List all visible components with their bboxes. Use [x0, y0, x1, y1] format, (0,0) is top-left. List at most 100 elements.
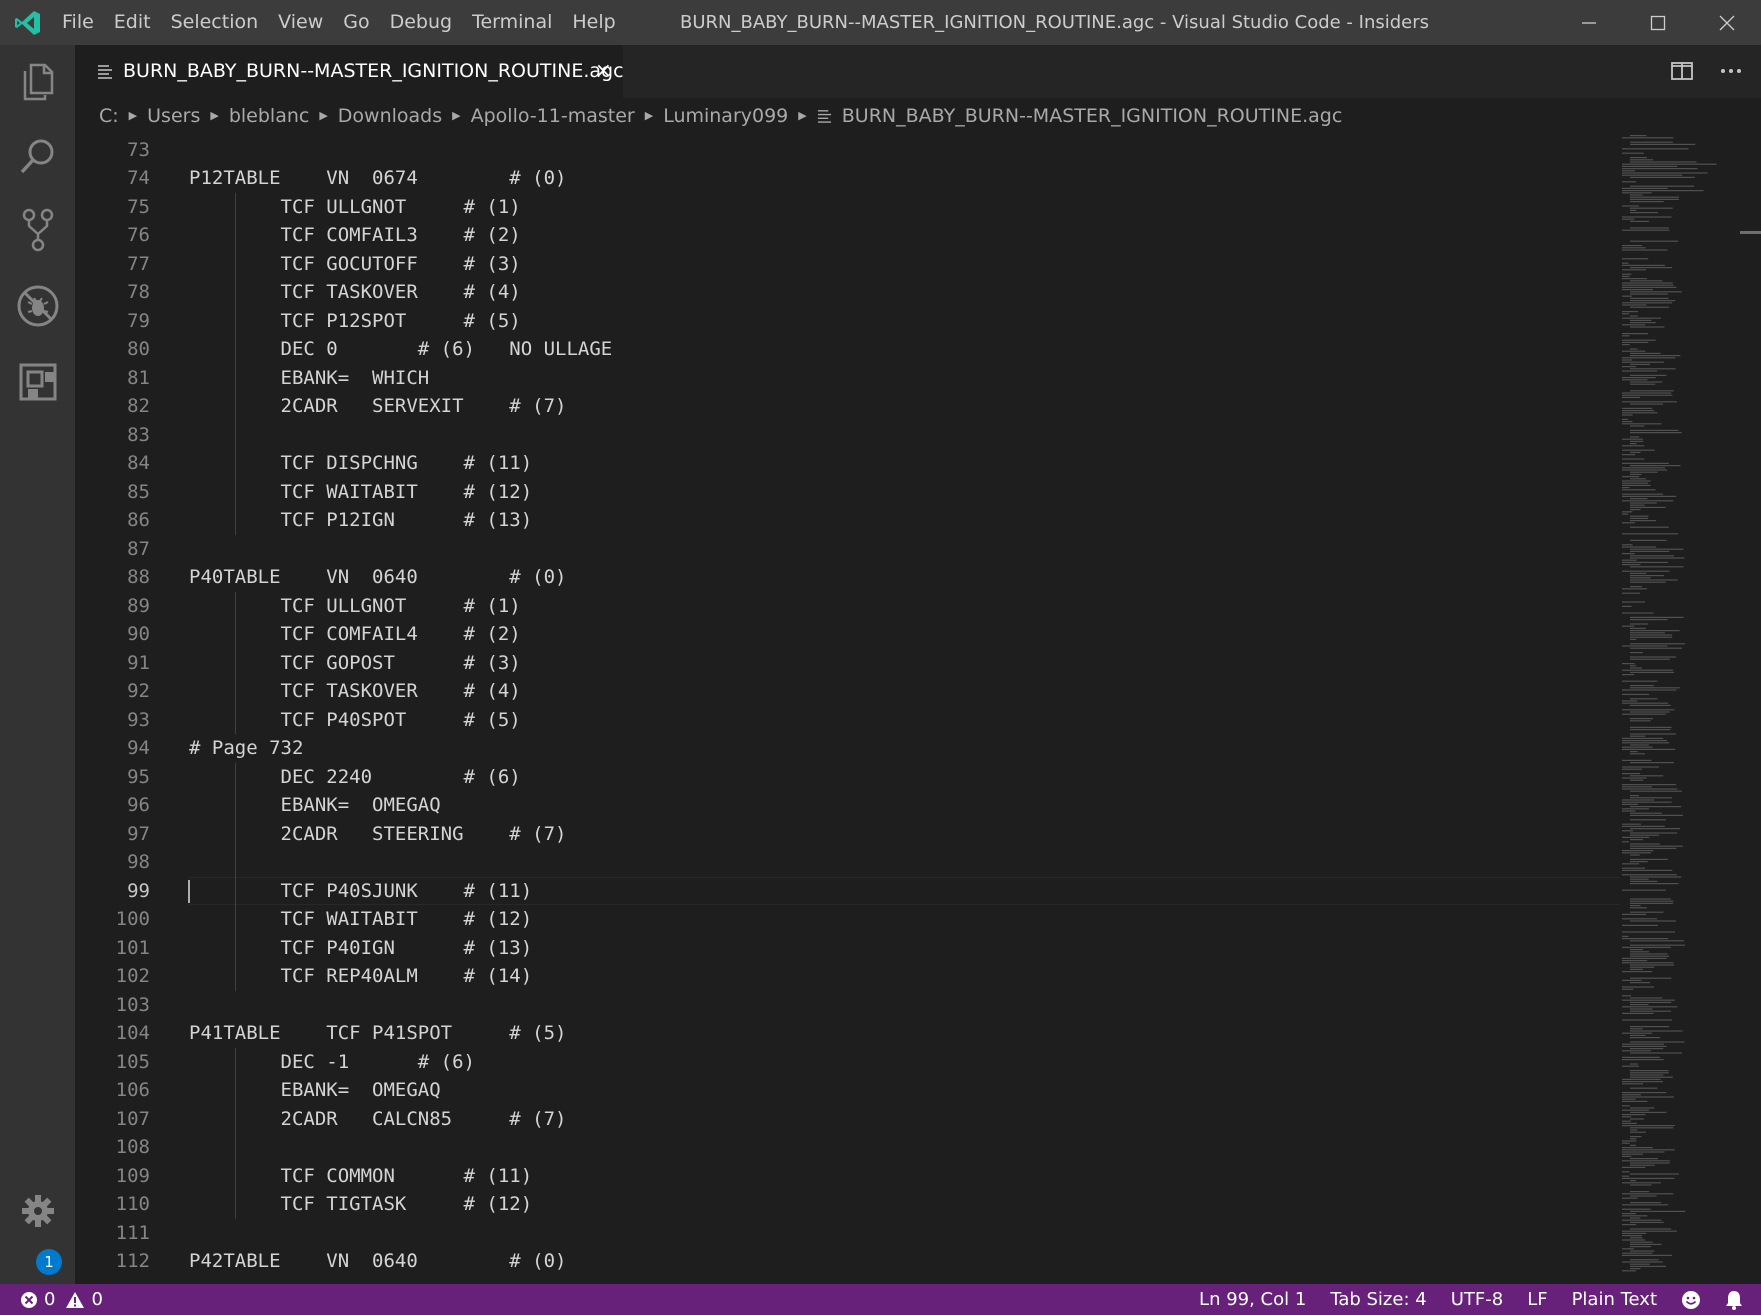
code-line[interactable]: 77 TCF GOCUTOFF # (3)	[75, 250, 1620, 279]
code-line[interactable]: 73	[75, 136, 1620, 165]
code-line[interactable]: 106 EBANK= OMEGAQ	[75, 1076, 1620, 1105]
code-line[interactable]: 107 2CADR CALCN85 # (7)	[75, 1105, 1620, 1134]
code-line[interactable]: 75 TCF ULLGNOT # (1)	[75, 193, 1620, 222]
activity-source-control[interactable]	[0, 193, 75, 267]
menu-debug[interactable]: Debug	[380, 0, 462, 45]
code-line[interactable]: 79 TCF P12SPOT # (5)	[75, 307, 1620, 336]
activity-search[interactable]	[0, 119, 75, 193]
code-line[interactable]: 98	[75, 848, 1620, 877]
menu-help[interactable]: Help	[562, 0, 625, 45]
code-line[interactable]: 78 TCF TASKOVER # (4)	[75, 278, 1620, 307]
notifications-button[interactable]	[1713, 1289, 1747, 1310]
code-line[interactable]: 91 TCF GOPOST # (3)	[75, 649, 1620, 678]
menu-edit[interactable]: Edit	[104, 0, 161, 45]
code-line[interactable]: 109 TCF COMMON # (11)	[75, 1162, 1620, 1191]
minimap[interactable]	[1620, 133, 1761, 1284]
code-line[interactable]: 95 DEC 2240 # (6)	[75, 763, 1620, 792]
code-line[interactable]: 93 TCF P40SPOT # (5)	[75, 706, 1620, 735]
minimap-line	[1622, 808, 1649, 810]
minimap-line	[1630, 1063, 1638, 1065]
minimap-line	[1622, 339, 1656, 341]
feedback-button[interactable]	[1669, 1289, 1713, 1310]
code-line[interactable]: 99 TCF P40SJUNK # (11)	[75, 876, 1620, 905]
breadcrumb-file[interactable]: BURN_BABY_BURN--MASTER_IGNITION_ROUTINE.…	[842, 105, 1343, 127]
close-window-button[interactable]	[1692, 0, 1761, 45]
minimap-line	[1622, 850, 1654, 852]
minimap-line	[1622, 289, 1653, 291]
code-line[interactable]: 83	[75, 421, 1620, 450]
minimap-line	[1622, 1204, 1669, 1206]
minimap-line	[1630, 1010, 1671, 1012]
code-line[interactable]: 84 TCF DISPCHNG # (11)	[75, 449, 1620, 478]
menu-terminal[interactable]: Terminal	[462, 0, 562, 45]
code-line[interactable]: 87	[75, 535, 1620, 564]
breadcrumb-item[interactable]: Luminary099	[663, 105, 788, 127]
line-text: TCF WAITABIT # (12)	[189, 480, 533, 503]
code-line[interactable]: 81 EBANK= WHICH	[75, 364, 1620, 393]
menu-view[interactable]: View	[268, 0, 333, 45]
code-line[interactable]: 80 DEC 0 # (6) NO ULLAGE	[75, 335, 1620, 364]
code-line[interactable]: 90 TCF COMFAIL4 # (2)	[75, 620, 1620, 649]
code-line[interactable]: 105 DEC -1 # (6)	[75, 1048, 1620, 1077]
breadcrumb-item[interactable]: Downloads	[338, 105, 442, 127]
code-line[interactable]: 94 # Page 732	[75, 734, 1620, 763]
minimap-line	[1630, 812, 1662, 814]
scrollbar-position-marker[interactable]	[1740, 231, 1761, 234]
cursor-position[interactable]: Ln 99, Col 1	[1187, 1289, 1318, 1310]
tab-size[interactable]: Tab Size: 4	[1318, 1289, 1438, 1310]
code-editor[interactable]: 72# NULL OR TANGENT7374P12TABLE VN 0674 …	[75, 133, 1761, 1284]
line-number: 109	[115, 1164, 150, 1187]
activity-explorer[interactable]	[0, 45, 75, 119]
code-line[interactable]: 97 2CADR STEERING # (7)	[75, 820, 1620, 849]
tab-burn-baby-burn[interactable]: BURN_BABY_BURN--MASTER_IGNITION_ROUTINE.…	[75, 45, 624, 98]
breadcrumb-item[interactable]: C:	[99, 105, 119, 127]
menu-go[interactable]: Go	[333, 0, 379, 45]
minimap-line	[1622, 258, 1649, 260]
code-line[interactable]: 111	[75, 1219, 1620, 1248]
minimap-line	[1622, 361, 1665, 363]
minimap-line	[1622, 680, 1658, 682]
line-number: 111	[115, 1221, 150, 1244]
window-controls	[1554, 0, 1761, 45]
menu-file[interactable]: File	[52, 0, 104, 45]
minimap-line	[1630, 762, 1674, 764]
code-line[interactable]: 76 TCF COMFAIL3 # (2)	[75, 221, 1620, 250]
code-line[interactable]: 92 TCF TASKOVER # (4)	[75, 677, 1620, 706]
code-line[interactable]: 102 TCF REP40ALM # (14)	[75, 962, 1620, 991]
code-line[interactable]: 104 P41TABLE TCF P41SPOT # (5)	[75, 1019, 1620, 1048]
language-mode[interactable]: Plain Text	[1560, 1289, 1669, 1310]
vscode-insiders-logo-icon[interactable]	[14, 9, 42, 37]
code-line[interactable]: 112 P42TABLE VN 0640 # (0)	[75, 1247, 1620, 1276]
menu-selection[interactable]: Selection	[161, 0, 269, 45]
code-line[interactable]: 108	[75, 1133, 1620, 1162]
code-line[interactable]: 100 TCF WAITABIT # (12)	[75, 905, 1620, 934]
minimize-button[interactable]	[1554, 0, 1623, 45]
line-number: 73	[127, 138, 150, 161]
minimap-line	[1622, 709, 1675, 711]
breadcrumb-item[interactable]: Apollo-11-master	[471, 105, 635, 127]
file-encoding[interactable]: UTF-8	[1439, 1289, 1515, 1310]
breadcrumb-item[interactable]: bleblanc	[229, 105, 310, 127]
code-line[interactable]: 89 TCF ULLGNOT # (1)	[75, 592, 1620, 621]
maximize-button[interactable]	[1623, 0, 1692, 45]
split-editor-icon[interactable]	[1671, 61, 1693, 81]
code-line[interactable]: 86 TCF P12IGN # (13)	[75, 506, 1620, 535]
activity-settings[interactable]	[0, 1174, 75, 1248]
code-line[interactable]: 103	[75, 991, 1620, 1020]
breadcrumb-item[interactable]: Users	[147, 105, 200, 127]
problems-indicator[interactable]: 0 0	[20, 1284, 103, 1315]
code-line[interactable]: 96 EBANK= OMEGAQ	[75, 791, 1620, 820]
code-line[interactable]: 110 TCF TIGTASK # (12)	[75, 1190, 1620, 1219]
line-number: 90	[127, 623, 150, 645]
code-line[interactable]: 85 TCF WAITABIT # (12)	[75, 478, 1620, 507]
end-of-line[interactable]: LF	[1515, 1289, 1559, 1310]
minimap-line	[1622, 324, 1646, 326]
tab-close-button[interactable]: ×	[595, 45, 612, 98]
code-line[interactable]: 101 TCF P40IGN # (13)	[75, 934, 1620, 963]
code-line[interactable]: 88 P40TABLE VN 0640 # (0)	[75, 563, 1620, 592]
activity-debug[interactable]	[0, 269, 75, 343]
code-line[interactable]: 82 2CADR SERVEXIT # (7)	[75, 392, 1620, 421]
activity-extensions[interactable]	[0, 345, 75, 419]
more-actions-icon[interactable]	[1719, 61, 1743, 81]
code-line[interactable]: 74 P12TABLE VN 0674 # (0)	[75, 164, 1620, 193]
